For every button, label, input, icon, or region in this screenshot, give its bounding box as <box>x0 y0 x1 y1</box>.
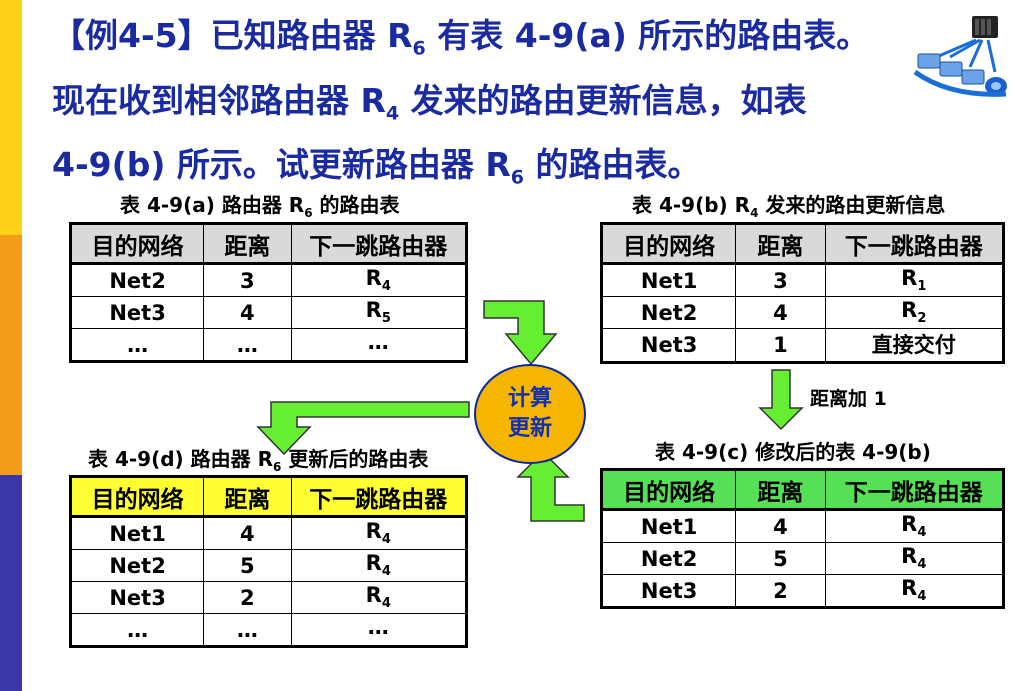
arrow-oval-to-table-d <box>256 401 470 456</box>
flow-arrows <box>256 300 804 522</box>
distance-plus-one-note: 距离加 1 <box>810 388 887 410</box>
oval-line-1: 计算 <box>507 386 552 411</box>
arrow-table-a-to-oval <box>483 300 558 366</box>
oval-line-2: 更新 <box>507 416 552 441</box>
arrow-table-b-to-table-c <box>758 369 804 431</box>
compute-update-oval: 计算 更新 <box>474 364 586 464</box>
